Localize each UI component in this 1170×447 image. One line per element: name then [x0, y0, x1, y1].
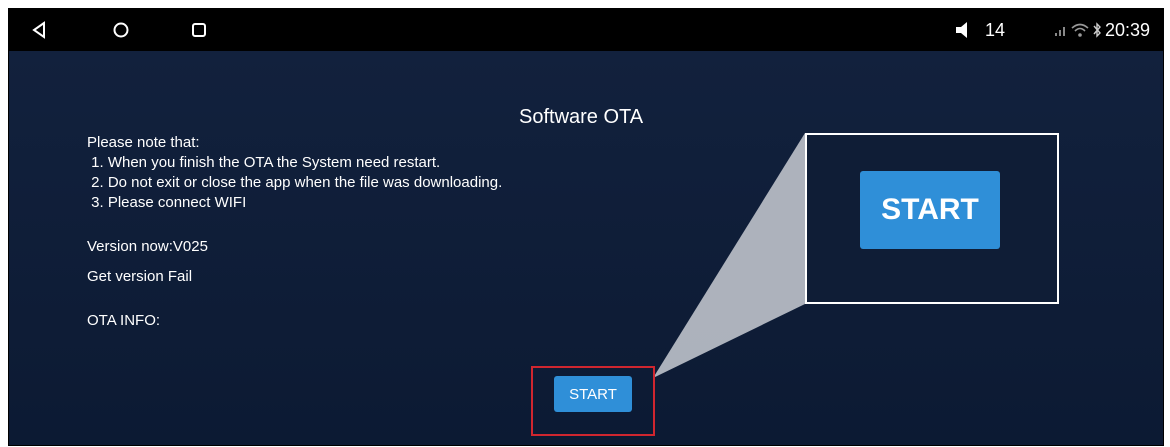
highlight-box	[531, 366, 655, 436]
note-item-3: 3. Please connect WIFI	[87, 194, 247, 211]
device-screen: 14 20:39 Software OTA Please note that: …	[8, 8, 1164, 446]
signal-icon	[1051, 9, 1071, 51]
back-nav-icon[interactable]	[21, 9, 57, 51]
note-heading: Please note that:	[87, 134, 200, 151]
recent-apps-nav-icon[interactable]	[181, 9, 217, 51]
clock: 20:39	[1105, 19, 1151, 40]
page-title: Software OTA	[519, 106, 644, 128]
note-item-2: 2. Do not exit or close the app when the…	[87, 174, 503, 191]
ota-info-label: OTA INFO:	[87, 312, 161, 329]
home-nav-icon[interactable]	[103, 9, 139, 51]
get-version-status: Get version Fail	[87, 268, 193, 285]
zoomed-start-button: START	[860, 171, 1000, 249]
zoomed-start-panel: START	[805, 133, 1059, 304]
volume-icon	[951, 9, 977, 51]
volume-level: 14	[985, 19, 1006, 40]
version-now: Version now:V025	[87, 238, 208, 255]
wifi-icon	[1069, 9, 1091, 51]
ota-app: Software OTA Please note that: 1. When y…	[9, 51, 1163, 445]
bluetooth-icon	[1089, 9, 1105, 51]
note-item-1: 1. When you finish the OTA the System ne…	[87, 154, 441, 171]
status-bar: 14 20:39	[9, 9, 1163, 51]
